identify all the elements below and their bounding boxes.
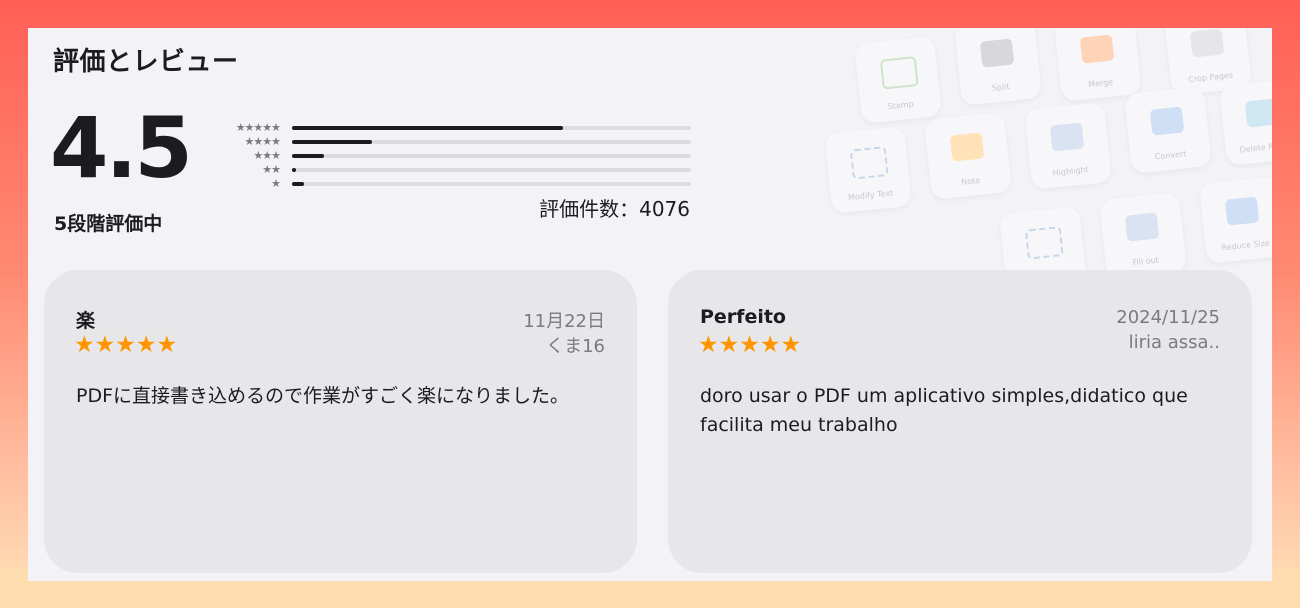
one-star-icon: ★ xyxy=(271,177,281,190)
review-body: doro usar o PDF um aplicativo simples,di… xyxy=(700,385,1188,436)
review-card[interactable]: 楽 11月22日 ★★★★★ くま16 PDFに直接書き込めるので作業がすごく楽… xyxy=(44,270,637,573)
section-title: 評価とレビュー xyxy=(53,47,239,77)
review-title: 楽 xyxy=(76,310,96,332)
five-star-icon: ★★★★★ xyxy=(235,121,281,134)
histogram-bar xyxy=(292,154,324,158)
review-author: liria assa.. xyxy=(1128,332,1220,353)
fill-out-tile: Fill out xyxy=(1099,192,1187,280)
histogram-track xyxy=(292,140,691,144)
split-tile: Split xyxy=(954,28,1042,106)
review-body: PDFに直接書き込めるので作業がすごく楽になりました。 xyxy=(76,385,570,407)
review-date: 2024/11/25 xyxy=(1116,307,1220,328)
ratings-panel: Stamp Split Merge Crop Pages Modify Text… xyxy=(28,28,1272,581)
histogram-bar xyxy=(292,182,304,186)
out-of-label: 5段階評価中 xyxy=(54,213,163,235)
two-star-icon: ★★ xyxy=(262,163,281,176)
review-stars-icon: ★★★★★ xyxy=(698,332,802,358)
histogram-row-4: ★★★★ xyxy=(208,135,692,149)
review-card[interactable]: Perfeito 2024/11/25 ★★★★★ liria assa.. d… xyxy=(668,270,1252,573)
histogram-bar xyxy=(292,126,564,130)
note-tile: Note xyxy=(924,112,1012,200)
histogram-track xyxy=(292,182,691,186)
convert-tile: Convert xyxy=(1124,86,1212,174)
histogram-row-5: ★★★★★ xyxy=(208,121,692,135)
modify-text-tile: Modify Text xyxy=(824,126,912,214)
histogram-track xyxy=(292,126,691,130)
histogram-bar xyxy=(292,168,296,172)
histogram-track xyxy=(292,154,691,158)
histogram-track xyxy=(292,168,691,172)
review-title: Perfeito xyxy=(700,306,786,328)
four-star-icon: ★★★★ xyxy=(244,135,281,148)
rating-count: 評価件数：4076 xyxy=(539,197,690,221)
delete-pages-tile: Delete Pages xyxy=(1219,78,1272,166)
feature-tiles-decoration: Stamp Split Merge Crop Pages Modify Text… xyxy=(818,28,1272,294)
histogram-row-1: ★ xyxy=(208,177,692,191)
three-star-icon: ★★★ xyxy=(253,149,281,162)
merge-tile: Merge xyxy=(1054,28,1142,102)
reduce-size-tile: Reduce Size xyxy=(1199,176,1272,264)
highlight-tile: Highlight xyxy=(1024,102,1112,190)
review-date: 11月22日 xyxy=(523,311,605,332)
stamp-tile: Stamp xyxy=(854,36,942,124)
histogram-row-3: ★★★ xyxy=(208,149,692,163)
crop-pages-tile: Crop Pages xyxy=(1164,28,1252,96)
histogram-row-2: ★★ xyxy=(208,163,692,177)
histogram-bar xyxy=(292,140,372,144)
review-author: くま16 xyxy=(546,336,605,357)
average-rating: 4.5 xyxy=(50,99,193,197)
rating-histogram: ★★★★★ ★★★★ ★★★ ★★ ★ xyxy=(208,121,692,191)
review-stars-icon: ★★★★★ xyxy=(74,332,178,358)
